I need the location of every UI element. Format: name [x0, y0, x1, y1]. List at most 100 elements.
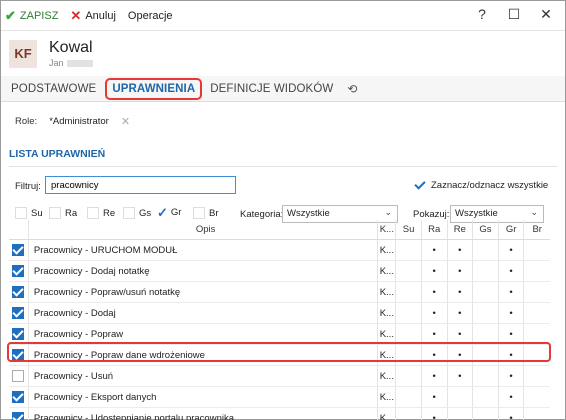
table-row[interactable]: Pracownicy - Popraw dane wdrożeniowe K...…	[9, 345, 550, 366]
cell-flag	[524, 324, 550, 344]
checkbox	[87, 207, 99, 219]
row-checkbox[interactable]	[12, 349, 25, 361]
table-row[interactable]: Pracownicy - Dodaj K... • • •	[9, 303, 550, 324]
check-icon: ✓	[157, 204, 168, 220]
check-icon: ✔	[5, 7, 16, 23]
cell-flag	[473, 366, 499, 386]
cell-flag	[524, 408, 550, 420]
column-header-k[interactable]: K...	[378, 220, 397, 239]
option-br[interactable]: Br	[193, 207, 219, 219]
table-row[interactable]: Pracownicy - Eksport danych K... • •	[9, 387, 550, 408]
cell-flag	[448, 387, 474, 407]
row-checkbox-cell[interactable]	[9, 345, 29, 365]
toggle-all-label: Zaznacz/odznacz wszystkie	[431, 179, 549, 191]
remove-role-icon[interactable]: ✕	[121, 115, 130, 128]
row-checkbox-cell[interactable]	[9, 324, 29, 344]
table-row[interactable]: Pracownicy - Popraw K... • • •	[9, 324, 550, 345]
cell-flag	[473, 261, 499, 281]
cell-opis: Pracownicy - Popraw/usuń notatkę	[29, 282, 379, 302]
row-checkbox[interactable]	[12, 286, 25, 298]
tab-podstawowe[interactable]: PODSTAWOWE	[11, 83, 96, 95]
option-gr[interactable]: ✓ Gr	[157, 204, 181, 220]
tab-uprawnienia[interactable]: UPRAWNIENIA	[105, 77, 203, 100]
cell-flag: •	[422, 324, 448, 344]
grid-header: Opis K... Su Ra Re Gs Gr Br	[9, 220, 550, 240]
table-row[interactable]: Pracownicy - Udostępnianie portalu praco…	[9, 408, 550, 420]
cell-k: K...	[378, 261, 397, 281]
close-window-button[interactable]: ✕	[535, 6, 557, 23]
tab-definicje-widokow[interactable]: DEFINICJE WIDOKÓW	[210, 83, 333, 95]
option-re[interactable]: Re	[87, 207, 115, 219]
row-checkbox[interactable]	[12, 307, 25, 319]
help-button[interactable]: ?	[471, 6, 493, 23]
filter-label: Filtruj:	[15, 181, 41, 192]
window-controls: ? ☐ ✕	[461, 6, 557, 23]
option-su[interactable]: Su	[15, 207, 43, 219]
row-checkbox-cell[interactable]	[9, 282, 29, 302]
row-checkbox-cell[interactable]	[9, 303, 29, 323]
cell-k: K...	[378, 303, 397, 323]
option-gs[interactable]: Gs	[123, 207, 151, 219]
toolbar: ✔ ZAPISZ ✕ Anuluj Operacje ? ☐ ✕	[1, 1, 565, 31]
chevron-down-icon: ⌄	[384, 207, 392, 217]
cell-flag: •	[448, 240, 474, 260]
cell-flag	[396, 366, 422, 386]
cell-flag: •	[422, 240, 448, 260]
cell-flag	[473, 324, 499, 344]
row-checkbox[interactable]	[12, 328, 25, 340]
cell-flag: •	[499, 303, 525, 323]
record-header: KF Kowal Jan	[1, 31, 565, 76]
cell-opis: Pracownicy - Dodaj	[29, 303, 379, 323]
cancel-button[interactable]: ✕ Anuluj	[70, 8, 115, 24]
show-label: Pokazuj:	[413, 209, 450, 220]
column-header-ra[interactable]: Ra	[422, 220, 448, 239]
cell-flag	[396, 324, 422, 344]
checkbox	[15, 207, 27, 219]
check-icon	[414, 179, 426, 191]
table-row[interactable]: Pracownicy - Usuń K... • • •	[9, 366, 550, 387]
cell-flag: •	[499, 282, 525, 302]
cell-flag: •	[499, 366, 525, 386]
row-checkbox[interactable]	[12, 265, 25, 277]
table-row[interactable]: Pracownicy - Popraw/usuń notatkę K... • • •	[9, 282, 550, 303]
cell-flag	[473, 282, 499, 302]
cell-flag: •	[422, 366, 448, 386]
cell-flag: •	[422, 282, 448, 302]
operations-label: Operacje	[127, 9, 173, 22]
row-checkbox-cell[interactable]	[9, 387, 29, 407]
cell-flag	[396, 387, 422, 407]
header-check-col	[9, 220, 29, 239]
column-header-gr[interactable]: Gr	[499, 220, 525, 239]
divider	[9, 166, 557, 167]
option-ra[interactable]: Ra	[49, 207, 77, 219]
cell-flag	[396, 408, 422, 420]
column-header-opis[interactable]: Opis	[29, 220, 379, 239]
cell-flag: •	[499, 324, 525, 344]
row-checkbox-cell[interactable]	[9, 261, 29, 281]
table-row[interactable]: Pracownicy - Dodaj notatkę K... • • •	[9, 261, 550, 282]
maximize-button[interactable]: ☐	[503, 6, 525, 23]
row-checkbox[interactable]	[12, 412, 25, 420]
column-header-gs[interactable]: Gs	[473, 220, 499, 239]
toggle-all-checkbox[interactable]: Zaznacz/odznacz wszystkie	[414, 179, 548, 191]
row-checkbox[interactable]	[12, 391, 25, 403]
row-checkbox[interactable]	[12, 370, 25, 382]
cell-flag	[473, 408, 499, 420]
cell-flag	[396, 261, 422, 281]
table-row[interactable]: Pracownicy - URUCHOM MODUŁ K... • • •	[9, 240, 550, 261]
column-header-br[interactable]: Br	[524, 220, 550, 239]
save-button[interactable]: ✔ ZAPISZ	[5, 8, 58, 24]
history-icon[interactable]: ⟲	[347, 82, 357, 96]
filter-input[interactable]	[45, 176, 236, 194]
column-header-su[interactable]: Su	[396, 220, 422, 239]
cell-k: K...	[378, 324, 397, 344]
column-header-re[interactable]: Re	[448, 220, 474, 239]
cell-flag	[473, 240, 499, 260]
row-checkbox[interactable]	[12, 244, 25, 256]
operations-menu[interactable]: Operacje	[128, 10, 173, 22]
row-checkbox-cell[interactable]	[9, 408, 29, 420]
row-checkbox-cell[interactable]	[9, 366, 29, 386]
row-checkbox-cell[interactable]	[9, 240, 29, 260]
cell-flag: •	[448, 324, 474, 344]
close-icon: ✕	[70, 7, 82, 23]
